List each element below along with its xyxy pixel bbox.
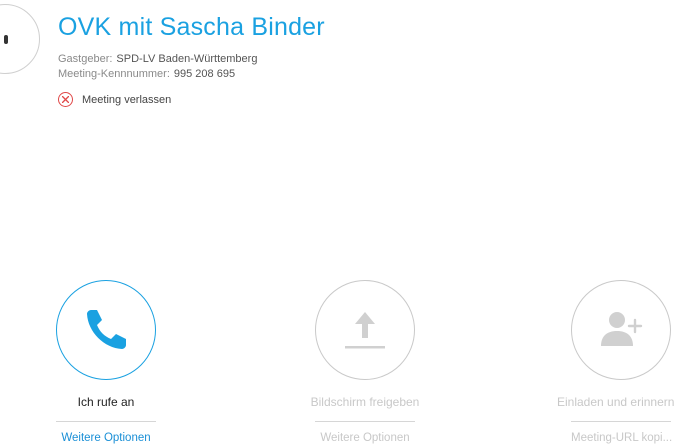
invite-label: Einladen und erinnern bbox=[557, 395, 675, 409]
invite-button[interactable] bbox=[571, 280, 671, 380]
share-more-options-link[interactable]: Weitere Optionen bbox=[285, 432, 445, 444]
phone-icon bbox=[87, 310, 126, 349]
invite-divider bbox=[571, 421, 671, 422]
share-screen-label: Bildschirm freigeben bbox=[310, 395, 420, 409]
call-me-label: Ich rufe an bbox=[77, 395, 135, 409]
copy-meeting-url-link[interactable]: Meeting-URL kopi... bbox=[571, 432, 681, 444]
meeting-number-value: 995 208 695 bbox=[173, 68, 236, 80]
upload-icon bbox=[345, 312, 385, 349]
host-value: SPD-LV Baden-Württemberg bbox=[116, 53, 258, 65]
share-screen-button[interactable] bbox=[315, 280, 415, 380]
meeting-title: OVK mit Sascha Binder bbox=[58, 13, 325, 41]
call-more-options-link[interactable]: Weitere Optionen bbox=[26, 432, 186, 444]
avatar-mark bbox=[4, 35, 8, 44]
share-screen-divider bbox=[315, 421, 415, 422]
leave-meeting-label: Meeting verlassen bbox=[82, 93, 172, 106]
add-person-icon bbox=[601, 312, 643, 346]
call-me-button[interactable] bbox=[56, 280, 156, 380]
call-me-action: Ich rufe an Weitere Optionen bbox=[26, 280, 186, 444]
meeting-number-label: Meeting-Kennnummer: bbox=[58, 68, 170, 80]
call-me-divider bbox=[56, 421, 156, 422]
invite-action: Einladen und erinnern Meeting-URL kopi..… bbox=[541, 280, 681, 444]
host-avatar bbox=[0, 4, 40, 74]
meeting-number-info: Meeting-Kennnummer: 995 208 695 bbox=[58, 68, 235, 80]
share-screen-action: Bildschirm freigeben Weitere Optionen bbox=[285, 280, 445, 444]
leave-meeting-button[interactable]: Meeting verlassen bbox=[58, 92, 171, 107]
host-label: Gastgeber: bbox=[58, 53, 113, 65]
host-info: Gastgeber: SPD-LV Baden-Württemberg bbox=[58, 53, 257, 65]
close-circle-icon bbox=[58, 92, 73, 107]
